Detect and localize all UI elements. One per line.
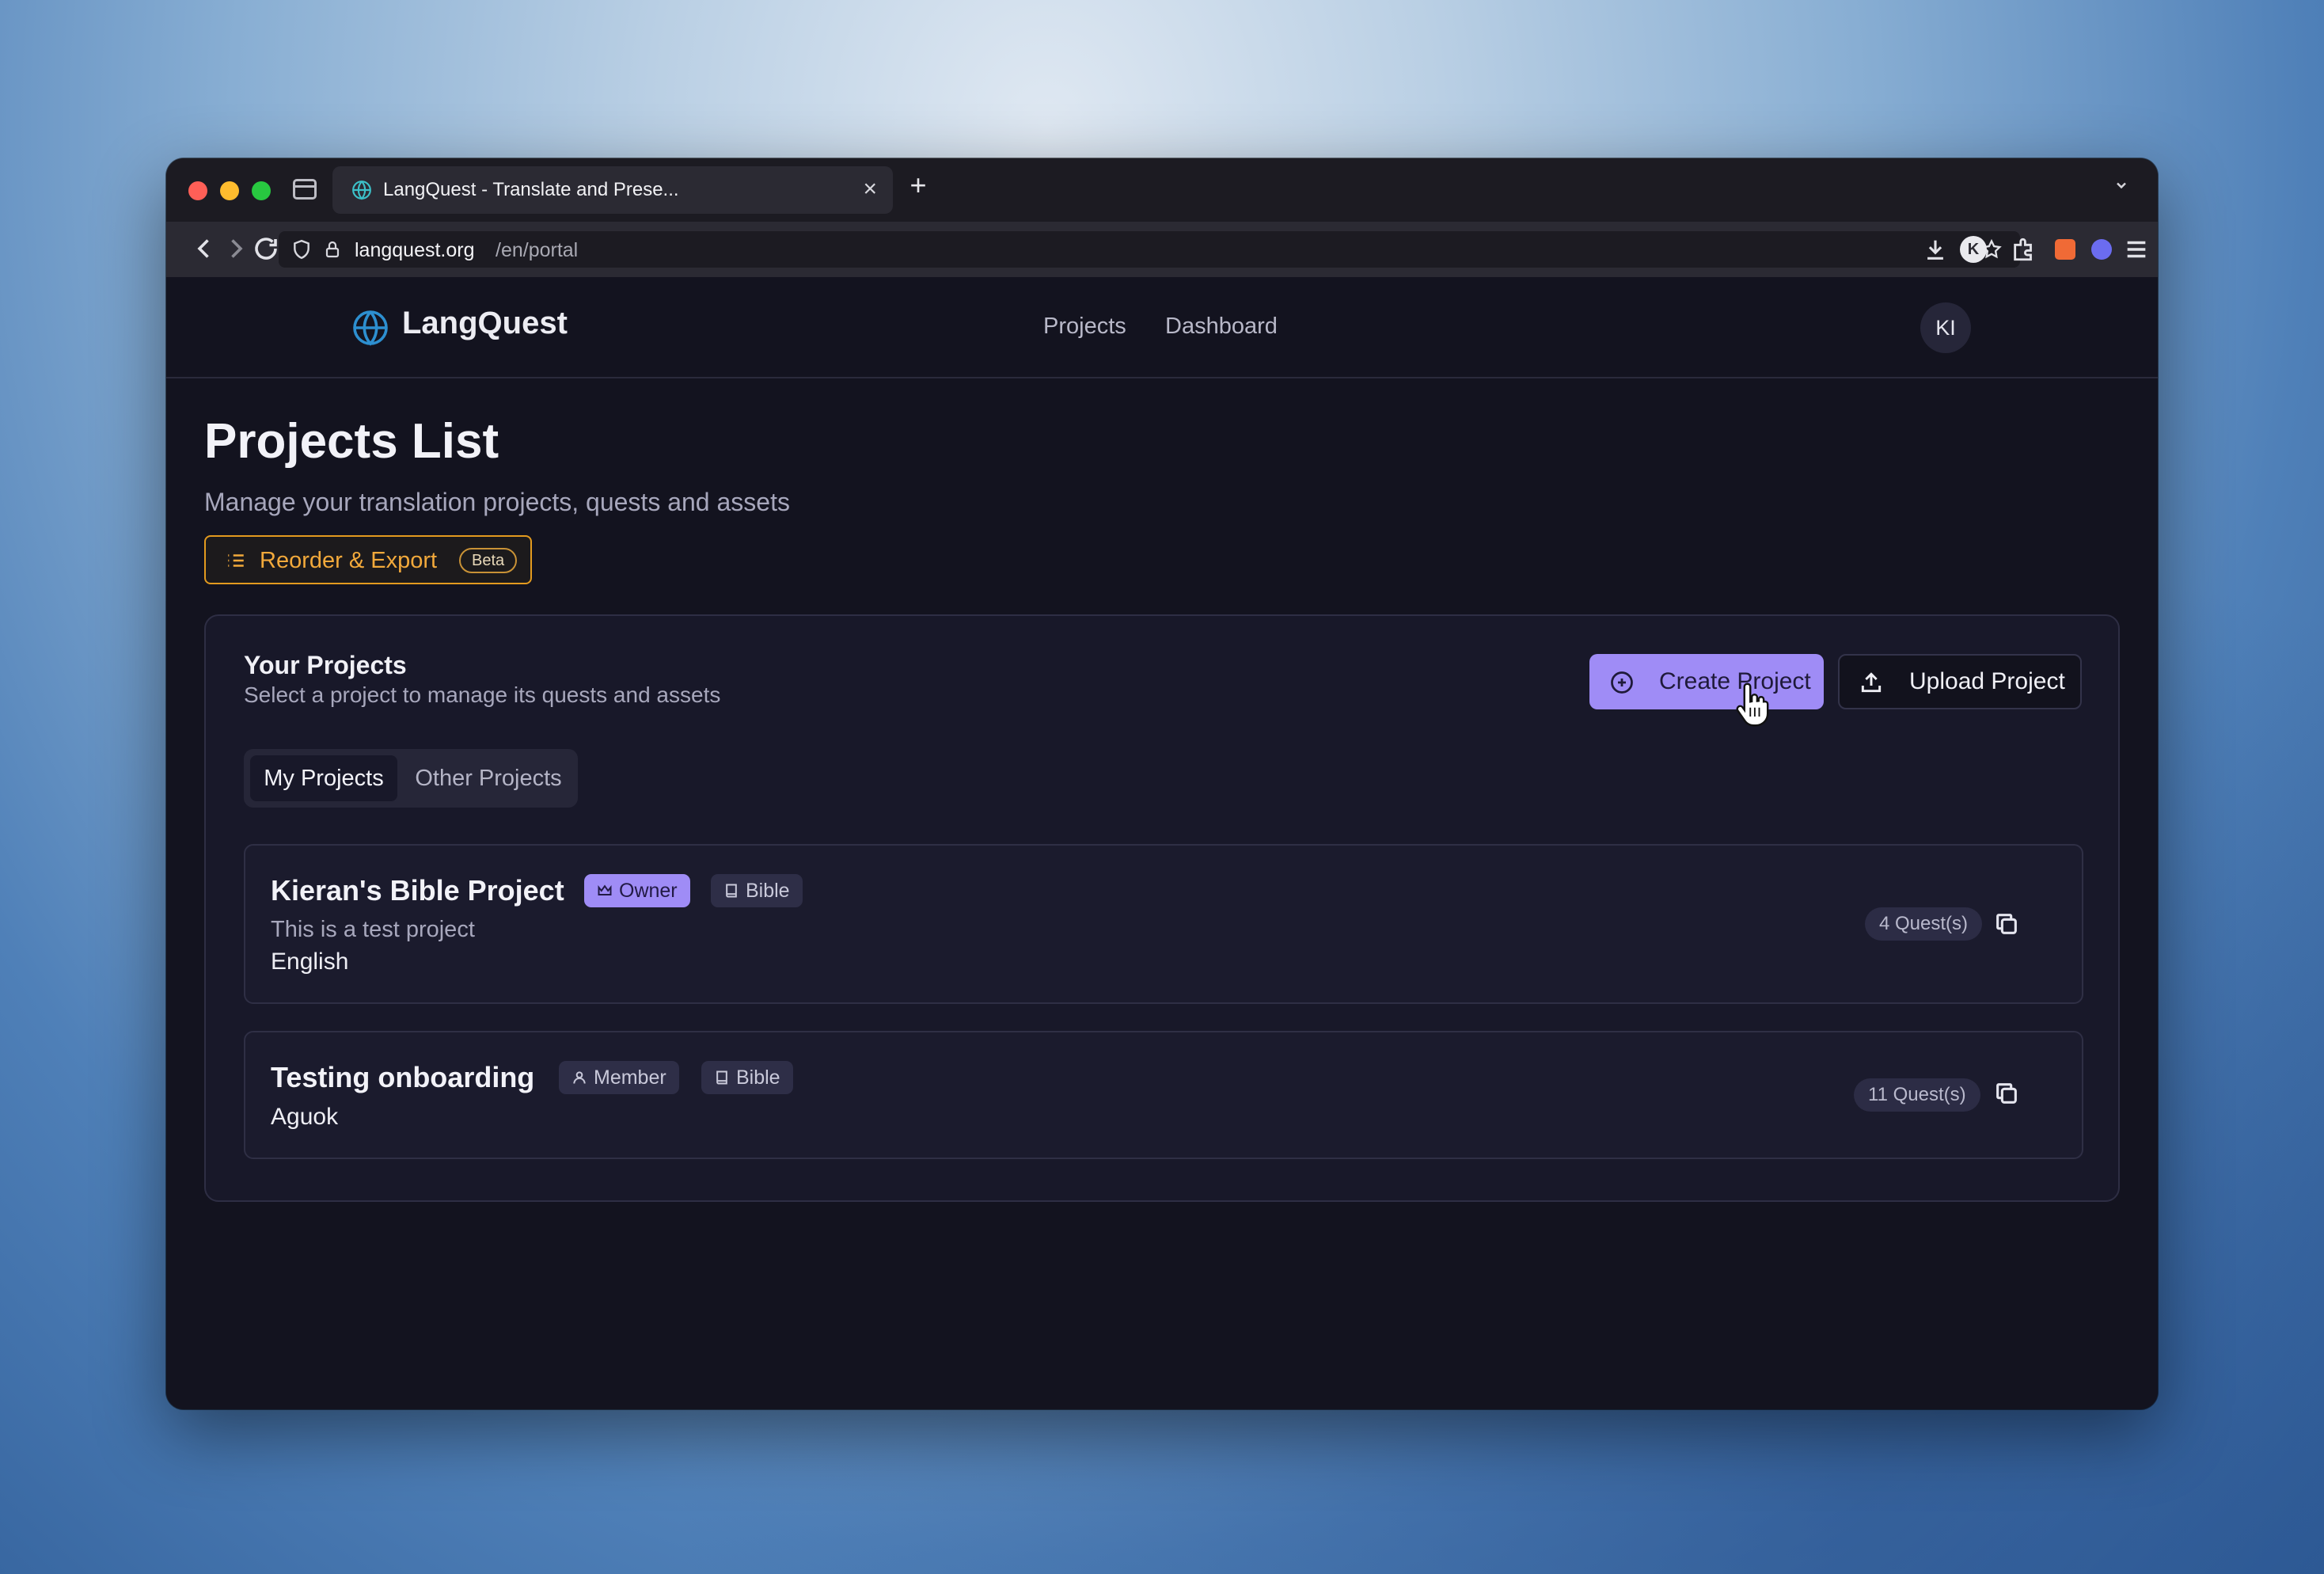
browser-tab[interactable]: LangQuest - Translate and Prese... × bbox=[332, 166, 893, 214]
project-item[interactable]: Kieran's Bible Project Owner Bible This … bbox=[244, 844, 2083, 1004]
copy-icon[interactable] bbox=[1993, 911, 2020, 937]
list-icon bbox=[228, 554, 244, 567]
close-window-button[interactable] bbox=[188, 181, 207, 200]
project-name[interactable]: Kieran's Bible Project bbox=[271, 874, 564, 907]
project-description: This is a test project bbox=[271, 917, 475, 942]
user-icon bbox=[573, 1071, 586, 1084]
quest-count-badge: 4 Quest(s) bbox=[1865, 907, 1983, 941]
role-badge: Owner bbox=[584, 874, 690, 907]
projects-card: Your Projects Select a project to manage… bbox=[204, 614, 2120, 1202]
project-tabs: My Projects Other Projects bbox=[244, 749, 578, 808]
upload-project-label: Upload Project bbox=[1909, 668, 2065, 694]
site-header: LangQuest Projects Dashboard KI bbox=[166, 277, 2158, 378]
url-path: /en/portal bbox=[496, 239, 579, 261]
nav-dashboard[interactable]: Dashboard bbox=[1165, 314, 1278, 340]
book-icon bbox=[726, 884, 737, 898]
menu-icon[interactable] bbox=[2123, 236, 2150, 263]
card-title: Your Projects bbox=[244, 651, 407, 679]
shield-icon[interactable] bbox=[291, 239, 312, 260]
crown-icon bbox=[598, 884, 612, 895]
book-icon bbox=[716, 1070, 727, 1085]
create-project-button[interactable]: Create Project bbox=[1589, 654, 1824, 709]
tab-bar: LangQuest - Translate and Prese... × + bbox=[166, 158, 2158, 222]
project-item[interactable]: Testing onboarding Member Bible Aguok 11… bbox=[244, 1031, 2083, 1159]
reorder-export-label: Reorder & Export bbox=[260, 548, 438, 573]
tab-close-icon[interactable]: × bbox=[863, 176, 877, 203]
download-icon[interactable] bbox=[1922, 236, 1949, 263]
type-badge: Bible bbox=[701, 1061, 793, 1094]
minimize-window-button[interactable] bbox=[220, 181, 239, 200]
upload-icon bbox=[1861, 672, 1882, 693]
tab-my-projects[interactable]: My Projects bbox=[250, 755, 397, 801]
tab-title: LangQuest - Translate and Prese... bbox=[383, 179, 679, 200]
sidebar-toggle-icon[interactable] bbox=[293, 179, 317, 200]
project-language: English bbox=[271, 949, 349, 975]
browser-window: LangQuest - Translate and Prese... × + l… bbox=[166, 158, 2158, 1409]
back-icon[interactable] bbox=[190, 234, 218, 263]
role-label: Owner bbox=[619, 880, 678, 902]
beta-badge: Beta bbox=[459, 548, 518, 573]
hand-cursor-icon bbox=[1736, 682, 1769, 727]
role-label: Member bbox=[594, 1066, 666, 1089]
address-bar[interactable]: langquest.org /en/portal bbox=[279, 231, 2020, 268]
navigation-bar: langquest.org /en/portal K bbox=[166, 222, 2158, 277]
globe-icon bbox=[352, 181, 371, 200]
plus-circle-icon bbox=[1611, 671, 1633, 694]
lock-icon[interactable] bbox=[323, 239, 342, 260]
extension-orange-icon[interactable] bbox=[2055, 239, 2075, 260]
page-subtitle: Manage your translation projects, quests… bbox=[204, 488, 790, 516]
role-badge: Member bbox=[559, 1061, 679, 1094]
globe-icon[interactable] bbox=[351, 309, 389, 347]
nav-projects[interactable]: Projects bbox=[1043, 314, 1126, 340]
type-label: Bible bbox=[736, 1066, 780, 1089]
type-label: Bible bbox=[746, 880, 790, 902]
chevron-down-icon[interactable] bbox=[2113, 177, 2129, 193]
brand-name[interactable]: LangQuest bbox=[402, 306, 568, 341]
upload-project-button[interactable]: Upload Project bbox=[1838, 654, 2082, 709]
url-host: langquest.org bbox=[355, 239, 475, 261]
reorder-export-button[interactable]: Reorder & Export Beta bbox=[204, 535, 532, 584]
copy-icon[interactable] bbox=[1993, 1080, 2020, 1107]
page-title: Projects List bbox=[204, 414, 499, 469]
profile-avatar[interactable]: K bbox=[1960, 236, 1987, 263]
project-name[interactable]: Testing onboarding bbox=[271, 1061, 534, 1094]
card-description: Select a project to manage its quests an… bbox=[244, 682, 721, 707]
extension-blue-icon[interactable] bbox=[2091, 239, 2112, 260]
forward-icon[interactable] bbox=[222, 234, 250, 263]
extensions-icon[interactable] bbox=[2011, 236, 2037, 263]
zoom-window-button[interactable] bbox=[252, 181, 271, 200]
new-tab-button[interactable]: + bbox=[902, 169, 934, 201]
tab-other-projects[interactable]: Other Projects bbox=[405, 755, 572, 801]
type-badge: Bible bbox=[711, 874, 803, 907]
quest-count-badge: 11 Quest(s) bbox=[1854, 1078, 1980, 1112]
project-language: Aguok bbox=[271, 1104, 339, 1130]
reload-icon[interactable] bbox=[252, 234, 280, 263]
page-content: LangQuest Projects Dashboard KI Projects… bbox=[166, 277, 2158, 1409]
user-avatar[interactable]: KI bbox=[1920, 302, 1971, 353]
